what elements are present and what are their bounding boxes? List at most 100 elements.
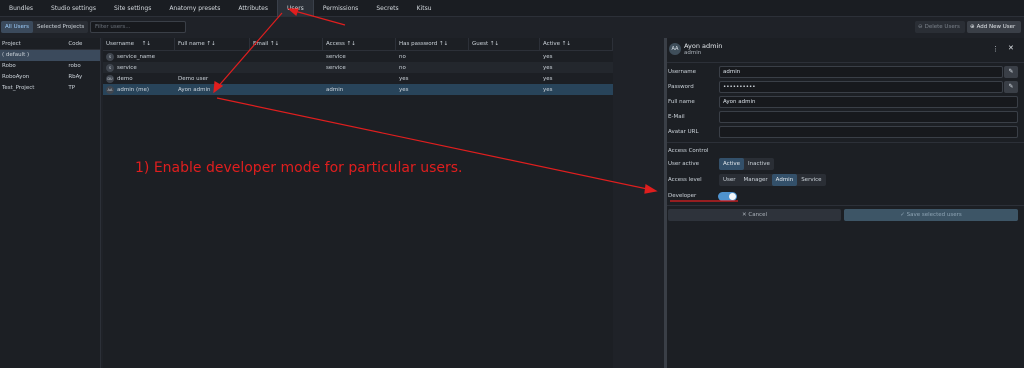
username-label: Username [668,69,697,75]
has-password-column-header[interactable]: Has password ↑↓ [396,38,469,50]
active-cell: yes [543,53,553,60]
password-field[interactable]: •••••••••• [719,81,1003,93]
selected-projects-button[interactable]: Selected Projects [33,21,88,33]
header-label: Access [326,41,345,47]
user-active-toggle: Active Inactive [719,158,774,170]
fullname-cell: Ayon admin [178,86,211,93]
tab-attributes[interactable]: Attributes [229,0,277,17]
divider [667,142,1024,143]
fullname-column-header[interactable]: Full name ↑↓ [175,38,250,50]
table-row[interactable]: Sservice_name service no yes [103,51,613,62]
header-label: Full name [178,41,205,47]
save-selected-users-button[interactable]: ✓ Save selected users [844,209,1018,221]
user-detail-panel: AA Ayon admin admin ⋮ ✕ Username admin ✎… [667,38,1024,368]
user-active-label: User active [668,161,700,167]
email-label: E-Mail [668,114,685,120]
fullname-cell: Demo user [178,75,209,82]
more-options-icon[interactable]: ⋮ [992,45,999,53]
sort-icon: ↑↓ [141,40,152,47]
sort-icon: ↑↓ [206,41,216,47]
project-name: ( default ) [2,52,30,58]
table-row[interactable]: DU demo Demo user yes yes [103,73,613,84]
close-icon[interactable]: ✕ [1008,44,1014,52]
username: service_name [117,53,156,60]
tab-users[interactable]: Users [277,0,314,17]
access-level-toggle: User Manager Admin Service [719,174,826,186]
email-field[interactable] [719,111,1018,123]
cancel-label: Cancel [748,212,767,218]
tab-studio-settings[interactable]: Studio settings [42,0,105,17]
edit-password-icon[interactable]: ✎ [1004,81,1018,93]
save-label: Save selected users [906,212,962,218]
tab-site-settings[interactable]: Site settings [105,0,160,17]
avatar: AA [669,43,681,55]
header-label: Active [543,41,561,47]
email-column-header[interactable]: Email ↑↓ [250,38,323,50]
project-row[interactable]: Robo robo [0,61,100,72]
check-icon: ✓ [900,212,905,218]
access-admin-option[interactable]: Admin [771,174,798,186]
header-label: Email [253,41,269,47]
username-column-header[interactable]: Username ↑↓ [103,38,175,50]
top-nav: Bundles Studio settings Site settings An… [0,0,1024,17]
tab-permissions[interactable]: Permissions [314,0,368,17]
developer-toggle[interactable] [718,192,737,201]
sort-icon: ↑↓ [489,41,500,47]
table-row[interactable]: AA admin (me) Ayon admin admin yes yes [103,84,613,95]
delete-users-button[interactable]: ⊖ Delete Users [915,21,965,33]
close-icon: ✕ [742,212,747,218]
project-row[interactable]: RoboAyon RbAy [0,72,100,83]
cancel-button[interactable]: ✕ Cancel [668,209,841,221]
project-name: Test_Project [2,85,35,91]
code-column-header[interactable]: Code [66,38,100,49]
access-cell: service [326,64,346,71]
user-detail-header: AA Ayon admin admin ⋮ ✕ [667,38,1024,62]
access-user-option[interactable]: User [719,174,740,186]
access-cell: service [326,53,346,60]
delete-users-label: Delete Users [924,24,960,30]
all-users-button[interactable]: All Users [1,21,33,33]
header-label: Has password [399,41,438,47]
username-cell: DU demo [103,74,175,83]
divider [667,205,1024,206]
users-table: Username ↑↓ Full name ↑↓ Email ↑↓ Access… [103,38,613,368]
project-name: RoboAyon [2,74,30,80]
access-manager-option[interactable]: Manager [740,174,772,186]
edit-username-icon[interactable]: ✎ [1004,66,1018,78]
active-column-header[interactable]: Active ↑↓ [540,38,613,50]
project-row[interactable]: ( default ) [0,50,100,61]
username-field[interactable]: admin [719,66,1003,78]
avatar-url-field[interactable] [719,126,1018,138]
guest-column-header[interactable]: Guest ↑↓ [469,38,540,50]
project-code: RbAy [68,74,83,80]
developer-label: Developer [668,193,697,199]
filter-users-input[interactable]: Filter users... [90,21,186,33]
fullname-field[interactable]: Ayon admin [719,96,1018,108]
avatar: S [106,63,114,72]
toggle-knob [729,193,736,200]
access-cell: admin [326,86,344,93]
table-row[interactable]: Sservice service no yes [103,62,613,73]
username: admin (me) [117,86,150,93]
projects-header: Project Code [0,38,100,50]
project-row[interactable]: Test_Project TP [0,83,100,94]
inactive-option[interactable]: Inactive [744,158,774,170]
tab-bundles[interactable]: Bundles [0,0,42,17]
tab-anatomy-presets[interactable]: Anatomy presets [160,0,229,17]
username: demo [117,75,133,82]
user-login-name: admin [684,50,702,56]
access-column-header[interactable]: Access ↑↓ [323,38,396,50]
project-column-header[interactable]: Project [0,38,66,49]
sort-icon: ↑↓ [270,41,280,47]
tab-secrets[interactable]: Secrets [367,0,407,17]
user-display-name: Ayon admin [684,42,723,50]
active-cell: yes [543,86,553,93]
active-option[interactable]: Active [719,158,745,170]
arrowhead [644,184,658,194]
tab-kitsu[interactable]: Kitsu [408,0,441,17]
access-service-option[interactable]: Service [797,174,825,186]
has-password-cell: no [399,64,406,71]
avatar: DU [106,74,114,83]
sort-icon: ↑↓ [438,41,449,47]
add-new-user-button[interactable]: ⊕ Add New User [967,21,1021,33]
